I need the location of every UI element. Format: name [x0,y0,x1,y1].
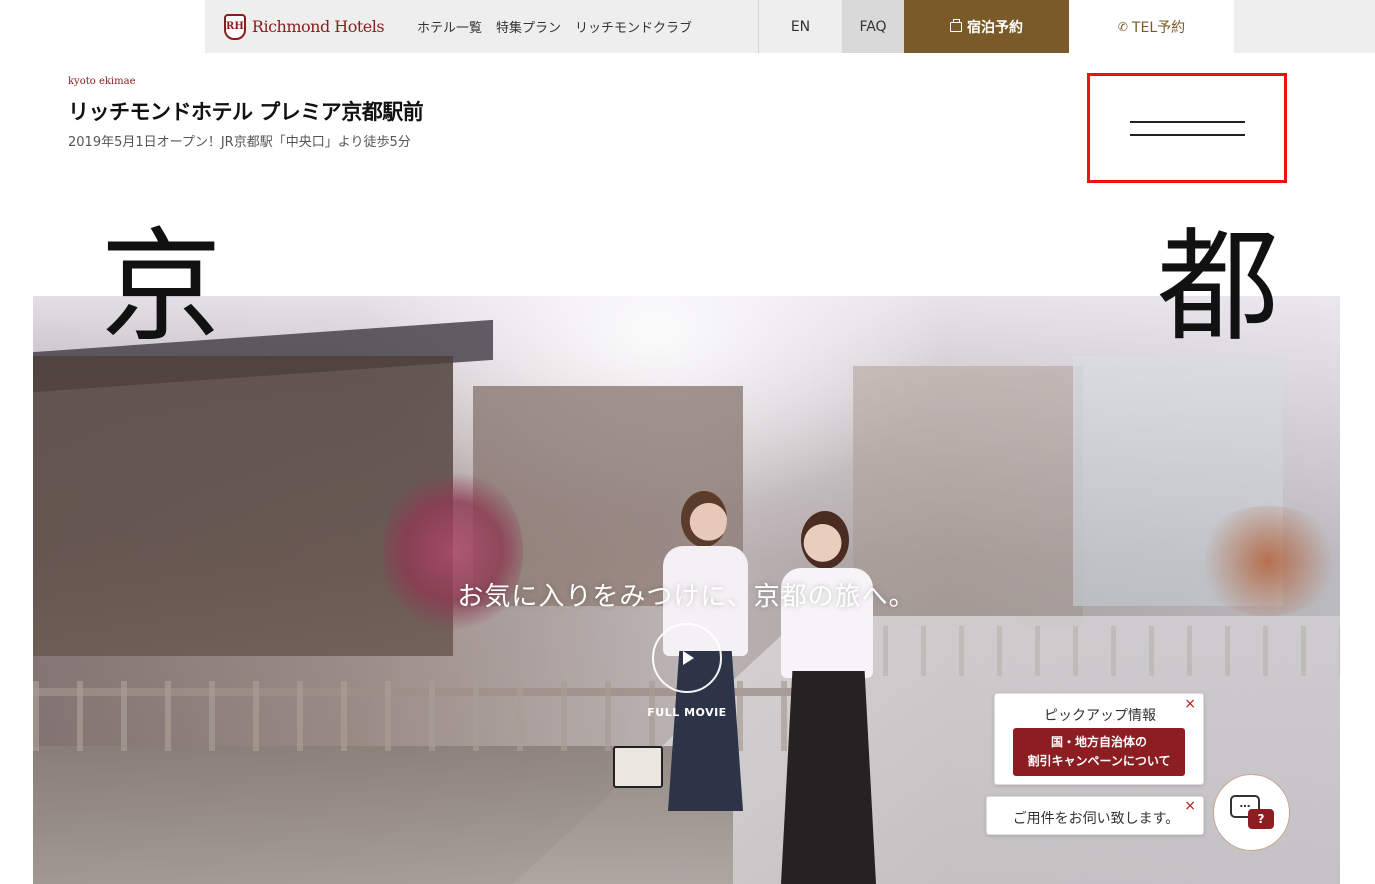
question-badge-icon: ? [1248,809,1274,829]
hotel-title: リッチモンドホテル プレミア京都駅前 [68,100,424,124]
close-icon[interactable]: × [1184,798,1196,814]
discount-campaign-line1: 国・地方自治体の [1050,735,1147,749]
play-movie-label[interactable]: FULL MOVIE [637,706,737,719]
top-navigation-bar: RH Richmond Hotels ホテル一覧 特集プラン リッチモンドクラブ… [205,0,1375,53]
pickup-info-popup: ピックアップ情報 × 国・地方自治体の 割引キャンペーンについて [994,693,1204,785]
hotel-subname: kyoto ekimae [68,76,136,87]
nav-link-special-plans[interactable]: 特集プラン [496,17,561,36]
tel-reserve-label: TEL予約 [1131,19,1186,36]
richmond-hotels-logo[interactable]: RH Richmond Hotels [205,0,403,53]
discount-campaign-button[interactable]: 国・地方自治体の 割引キャンペーンについて [1013,728,1185,776]
pickup-info-title: ピックアップ情報 [1044,708,1156,724]
hero-kanji-left: 京 [100,216,222,358]
help-message-text: ご用件をお伺い致します。 [1012,811,1180,827]
reserve-label: 宿泊予約 [967,19,1023,36]
logo-text: Richmond Hotels [251,17,385,36]
tel-reserve-button[interactable]: ✆ TEL予約 [1069,0,1234,53]
phone-icon: ✆ [1117,19,1128,34]
hamburger-menu-icon-line [1129,133,1245,136]
hero-kanji-right: 都 [1157,216,1279,358]
reserve-button[interactable]: 宿泊予約 [904,0,1069,53]
hero-scene-bag [613,746,663,788]
nav-link-hotel-list[interactable]: ホテル一覧 [417,17,482,36]
hamburger-menu-icon-line [1129,120,1245,123]
close-icon[interactable]: × [1184,696,1196,712]
logo-mark-icon: RH [223,13,246,40]
play-movie-button[interactable] [652,623,722,693]
nav-link-richmond-club[interactable]: リッチモンドクラブ [575,17,692,36]
language-en-button[interactable]: EN [758,0,842,53]
hero-catchcopy: お気に入りをみつけに、京都の旅へ。 [457,582,916,612]
play-icon [683,651,694,665]
suitcase-icon [950,18,962,32]
discount-campaign-line2: 割引キャンペーンについて [1027,754,1171,768]
hero-scene-fence [883,626,1340,676]
chat-help-button[interactable]: … ? [1213,774,1290,851]
hero-scene-person [773,511,883,884]
hotel-subtitle: 2019年5月1日オープン！JR京都駅「中央口」より徒歩5分 [68,135,411,150]
nav-links: ホテル一覧 特集プラン リッチモンドクラブ [403,0,758,53]
faq-button[interactable]: FAQ [842,0,904,53]
help-message-popup[interactable]: ご用件をお伺い致します。 × [986,796,1204,835]
hamburger-menu-button[interactable] [1087,73,1287,183]
